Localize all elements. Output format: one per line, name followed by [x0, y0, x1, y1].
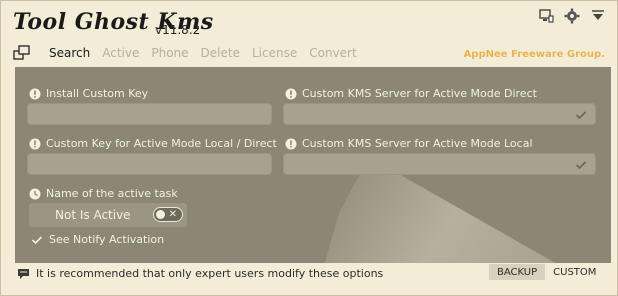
- kms-local-select[interactable]: [283, 153, 596, 175]
- install-key-label: Install Custom Key: [46, 87, 149, 100]
- footer-note: It is recommended that only expert users…: [17, 267, 383, 280]
- tab-custom[interactable]: CUSTOM: [545, 264, 605, 280]
- check-icon: [575, 111, 587, 120]
- key-local-input[interactable]: [27, 153, 272, 175]
- key-local-label-row: Custom Key for Active Mode Local / Direc…: [29, 137, 277, 150]
- tab-license[interactable]: License: [252, 46, 297, 60]
- info-icon: [29, 88, 41, 99]
- top-toolbar: [537, 7, 607, 25]
- install-key-input[interactable]: [27, 103, 272, 125]
- footer-note-text: It is recommended that only expert users…: [36, 267, 384, 280]
- tab-delete[interactable]: Delete: [201, 46, 240, 60]
- task-toggle[interactable]: ✕: [153, 207, 183, 222]
- custom-options-panel: Install Custom Key Custom KMS Server for…: [15, 67, 611, 263]
- gear-icon[interactable]: [563, 7, 581, 25]
- kms-local-label-row: Custom KMS Server for Active Mode Local: [285, 137, 533, 150]
- task-label: Name of the active task: [46, 187, 178, 200]
- check-icon: [31, 235, 43, 244]
- tab-phone[interactable]: Phone: [151, 46, 188, 60]
- notify-row[interactable]: See Notify Activation: [31, 233, 164, 246]
- kms-local-label: Custom KMS Server for Active Mode Local: [302, 137, 533, 150]
- check-icon: [575, 161, 587, 170]
- install-key-label-row: Install Custom Key: [29, 87, 148, 100]
- tab-convert[interactable]: Convert: [309, 46, 356, 60]
- info-icon: [285, 88, 297, 99]
- windows-icon: [13, 45, 30, 60]
- toggle-knob: [156, 210, 165, 219]
- kms-direct-label: Custom KMS Server for Active Mode Direct: [302, 87, 537, 100]
- task-toggle-row: Not Is Active ✕: [29, 203, 187, 227]
- clock-icon: [29, 188, 41, 199]
- tab-backup[interactable]: BACKUP: [489, 264, 546, 280]
- kms-direct-select[interactable]: [283, 103, 596, 125]
- speech-bubble-icon: [18, 268, 29, 279]
- monitor-icon[interactable]: [537, 7, 555, 25]
- app-window: Tool Ghost Kms v11.8.2 AppNee Freeware G…: [0, 0, 618, 296]
- task-status-text: Not Is Active: [55, 208, 131, 222]
- close-icon: ✕: [168, 209, 177, 220]
- tab-search[interactable]: Search: [49, 46, 90, 60]
- app-version: v11.8.2: [155, 23, 201, 37]
- info-icon: [285, 138, 297, 149]
- tab-active[interactable]: Active: [102, 46, 139, 60]
- info-icon: [29, 138, 41, 149]
- watermark: AppNee Freeware Group.: [463, 49, 605, 60]
- notify-label: See Notify Activation: [49, 233, 165, 246]
- kms-direct-label-row: Custom KMS Server for Active Mode Direct: [285, 87, 537, 100]
- task-label-row: Name of the active task: [29, 187, 178, 200]
- key-local-label: Custom Key for Active Mode Local / Direc…: [46, 137, 277, 150]
- nav-bar: Search Active Phone Delete License Conve…: [13, 45, 357, 61]
- menu-icon[interactable]: [589, 7, 607, 25]
- footer-tabs: BACKUP CUSTOM: [489, 264, 605, 280]
